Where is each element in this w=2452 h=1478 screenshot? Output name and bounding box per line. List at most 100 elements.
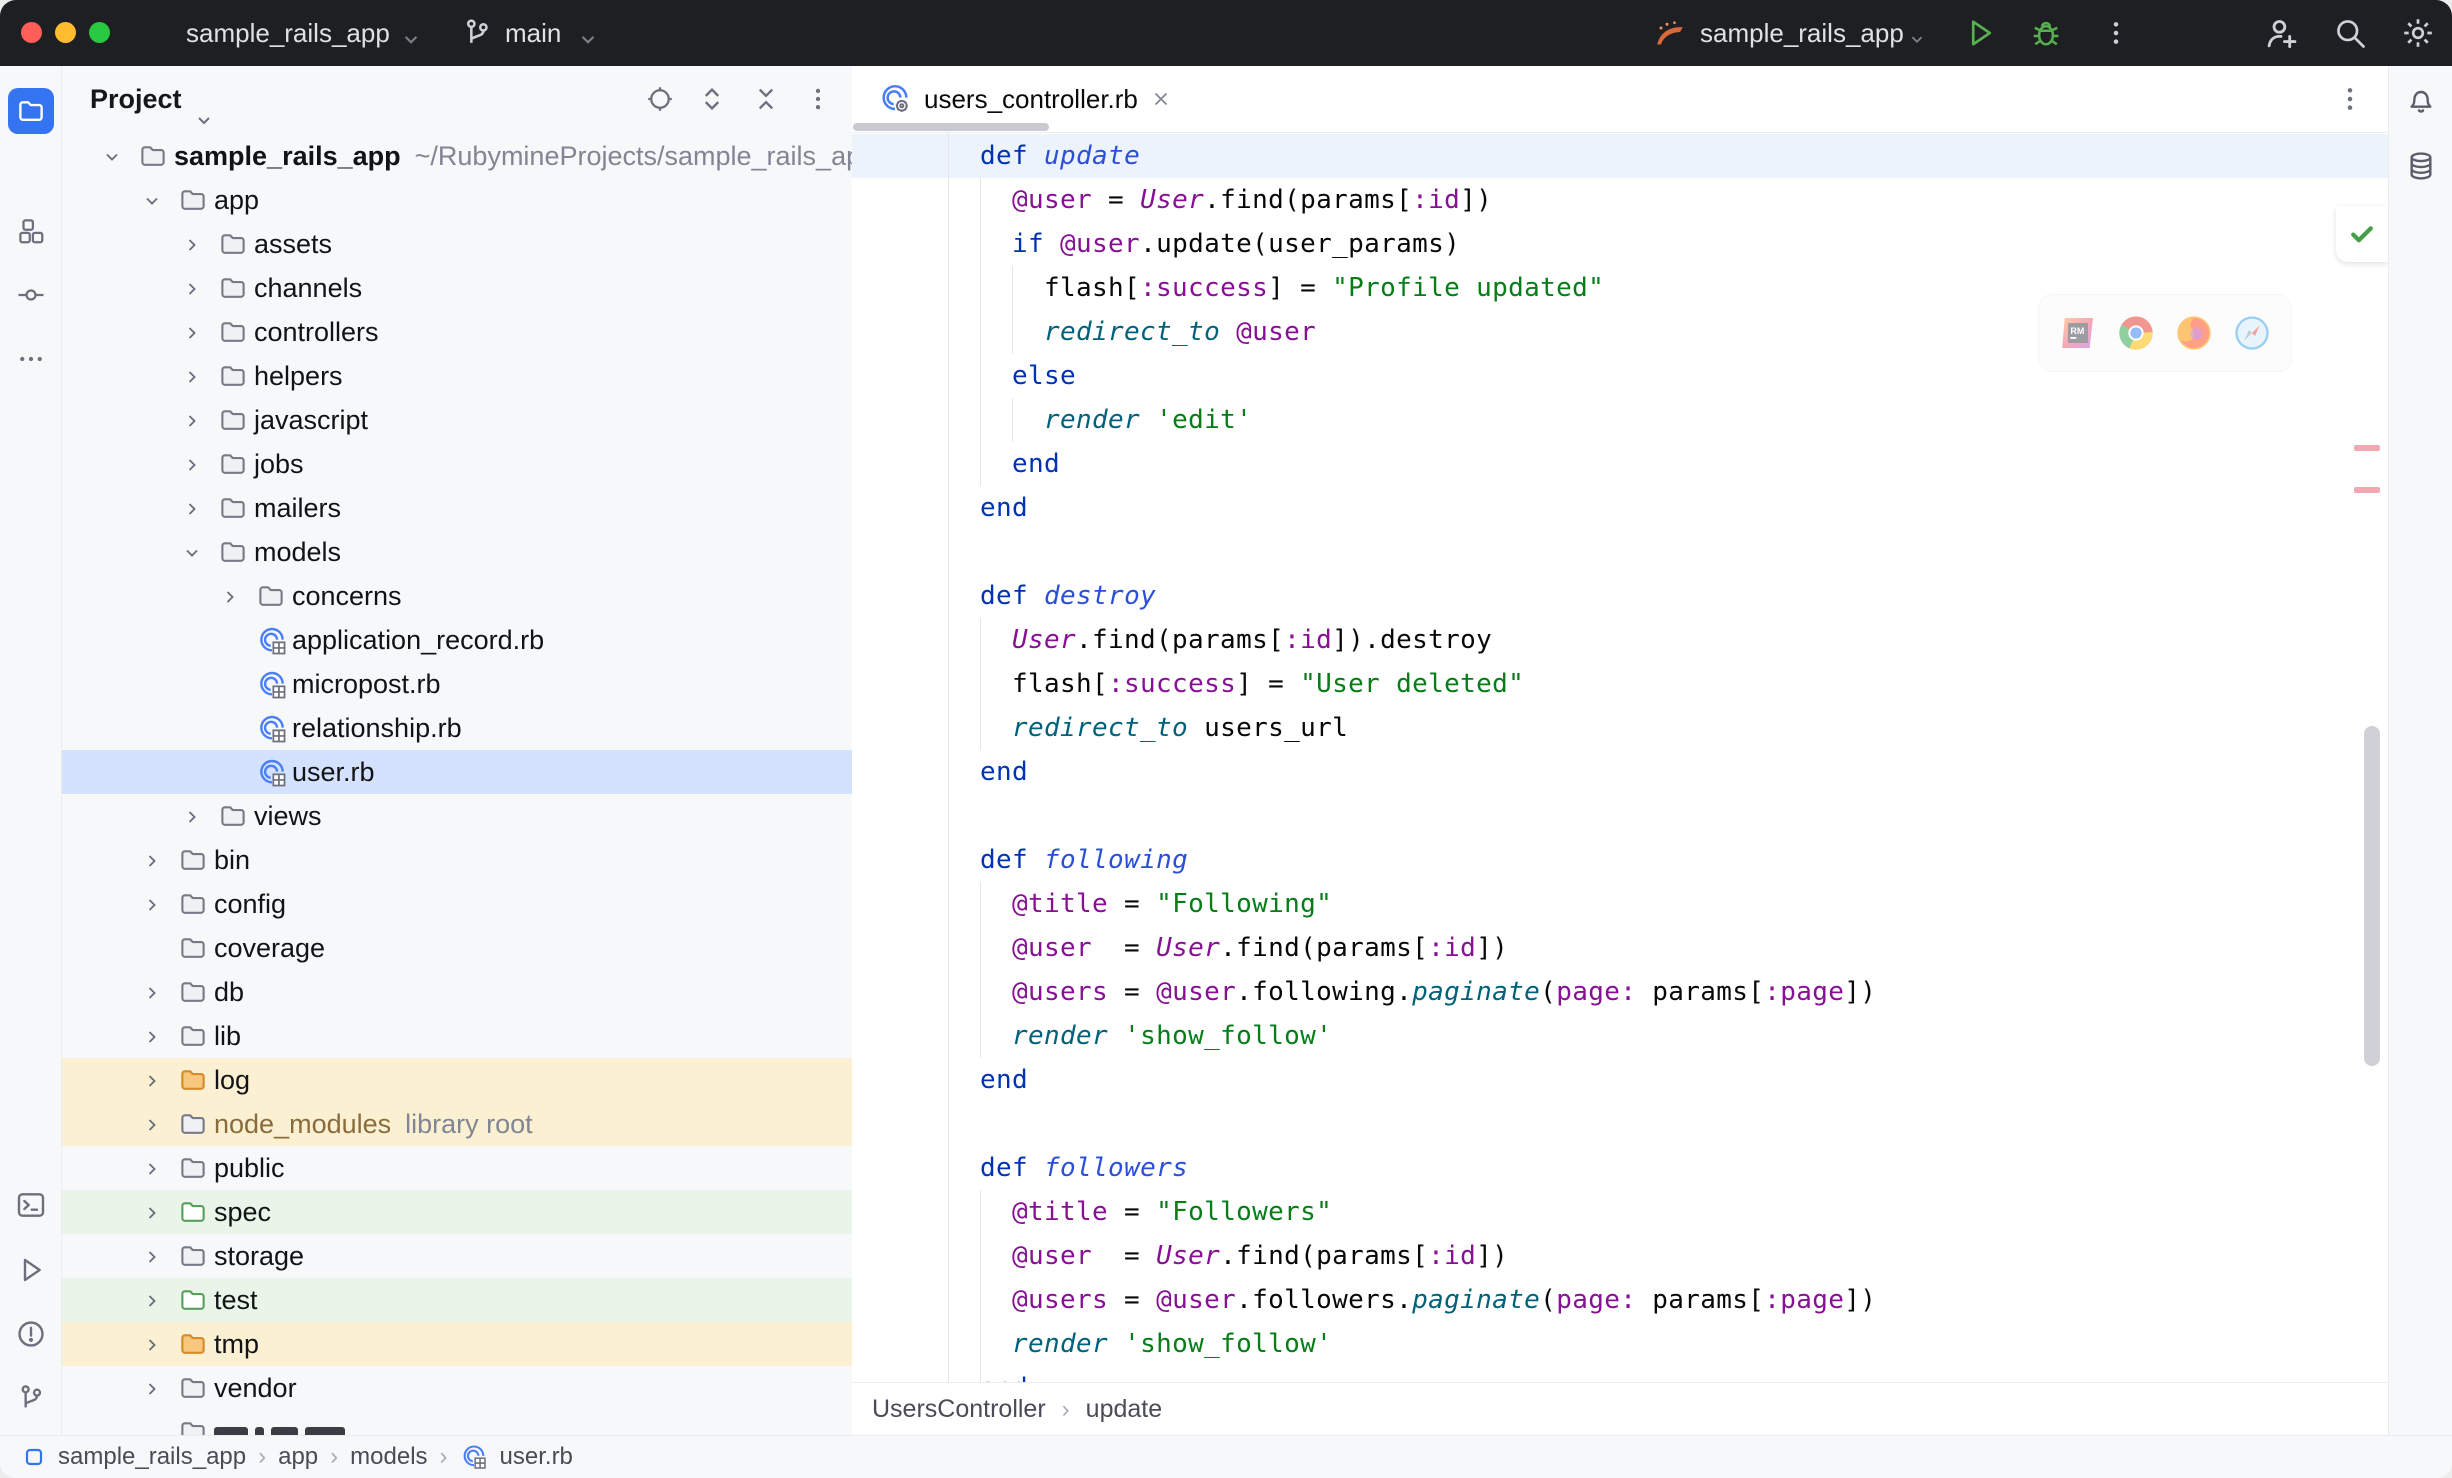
code-line[interactable]: redirect_to users_url	[948, 706, 1876, 750]
project-tool-button[interactable]	[8, 88, 54, 134]
branch-selector[interactable]: main	[505, 0, 561, 66]
safari-browser-icon[interactable]	[2232, 313, 2272, 353]
chevron-right-icon[interactable]	[140, 1377, 164, 1401]
chevron-down-icon[interactable]	[140, 189, 164, 213]
tree-item-views[interactable]: views	[62, 794, 852, 838]
editor-scrollbar-thumb[interactable]	[2364, 726, 2380, 1066]
tree-item-micropost.rb[interactable]: micropost.rb	[62, 662, 852, 706]
chevron-right-icon[interactable]	[180, 233, 204, 257]
code-line[interactable]	[948, 794, 1876, 838]
macos-close-button[interactable]	[21, 22, 42, 43]
tree-item-concerns[interactable]: concerns	[62, 574, 852, 618]
code-line[interactable]: @users = @user.following.paginate(page: …	[948, 970, 1876, 1014]
commit-tool-button[interactable]	[8, 272, 54, 318]
settings-gear-icon[interactable]	[2400, 15, 2436, 51]
tree-item-assets[interactable]: assets	[62, 222, 852, 266]
macos-minimize-button[interactable]	[55, 22, 76, 43]
code-line[interactable]: def destroy	[948, 574, 1876, 618]
code-line[interactable]: render 'show_follow'	[948, 1322, 1876, 1366]
chevron-right-icon[interactable]	[180, 365, 204, 389]
version-control-tool-button[interactable]	[8, 1375, 54, 1421]
problems-tool-button[interactable]	[8, 1311, 54, 1357]
tree-item-vendor[interactable]: vendor	[62, 1366, 852, 1410]
notifications-bell-button[interactable]	[2399, 78, 2443, 122]
error-stripe-mark[interactable]	[2354, 445, 2380, 451]
statusbar-path-file[interactable]: user.rb	[500, 1443, 573, 1471]
run-button[interactable]	[1962, 15, 1998, 51]
tree-item-channels[interactable]: channels	[62, 266, 852, 310]
code-line[interactable]	[948, 530, 1876, 574]
chevron-right-icon[interactable]	[140, 1113, 164, 1137]
breadcrumb-method[interactable]: update	[1086, 1395, 1162, 1424]
code-line[interactable]: def update	[948, 134, 1876, 178]
run-tool-button[interactable]	[8, 1247, 54, 1293]
tree-item-tmp[interactable]: tmp	[62, 1322, 852, 1366]
inspections-widget[interactable]	[2336, 206, 2388, 262]
chevron-right-icon[interactable]	[180, 277, 204, 301]
tree-item-node_modules[interactable]: node_moduleslibrary root	[62, 1102, 852, 1146]
structure-tool-button[interactable]	[8, 208, 54, 254]
tree-item-public[interactable]: public	[62, 1146, 852, 1190]
statusbar-path-app[interactable]: app	[278, 1443, 318, 1471]
run-configuration-selector[interactable]: sample_rails_app	[1700, 0, 1904, 66]
tree-item-models[interactable]: models	[62, 530, 852, 574]
tree-item-application_record.rb[interactable]: application_record.rb	[62, 618, 852, 662]
chevron-right-icon[interactable]	[140, 1245, 164, 1269]
more-tool-windows-button[interactable]	[8, 336, 54, 382]
tree-item-lib[interactable]: lib	[62, 1014, 852, 1058]
code-line[interactable]: if @user.update(user_params)	[948, 222, 1876, 266]
tree-item-javascript[interactable]: javascript	[62, 398, 852, 442]
chevron-right-icon[interactable]	[180, 409, 204, 433]
more-actions-button[interactable]	[2100, 17, 2132, 49]
tree-item-jobs[interactable]: jobs	[62, 442, 852, 486]
project-selector[interactable]: sample_rails_app	[186, 0, 390, 66]
code-line[interactable]: @users = @user.followers.paginate(page: …	[948, 1278, 1876, 1322]
database-tool-button[interactable]	[2399, 144, 2443, 188]
tree-item-controllers[interactable]: controllers	[62, 310, 852, 354]
tree-item-user.rb[interactable]: user.rb	[62, 750, 852, 794]
chevron-right-icon[interactable]	[140, 981, 164, 1005]
code-line[interactable]: flash[:success] = "Profile updated"	[948, 266, 1876, 310]
chevron-right-icon[interactable]	[180, 453, 204, 477]
chevron-right-icon[interactable]	[180, 497, 204, 521]
code-line[interactable]: @title = "Following"	[948, 882, 1876, 926]
code-line[interactable]: @title = "Followers"	[948, 1190, 1876, 1234]
tree-item-bin[interactable]: bin	[62, 838, 852, 882]
code-line[interactable]: User.find(params[:id]).destroy	[948, 618, 1876, 662]
rubymine-browser-icon[interactable]: RM	[2058, 313, 2098, 353]
code-area[interactable]: def update @user = User.find(params[:id]…	[852, 132, 2388, 1382]
code-line[interactable]: end	[948, 442, 1876, 486]
chevron-right-icon[interactable]	[140, 1201, 164, 1225]
code-line[interactable]: end	[948, 1058, 1876, 1102]
code-line[interactable]: @user = User.find(params[:id])	[948, 178, 1876, 222]
macos-zoom-button[interactable]	[89, 22, 110, 43]
chevron-right-icon[interactable]	[140, 1289, 164, 1313]
code-line[interactable]: end	[948, 486, 1876, 530]
tree-item-app[interactable]: app	[62, 178, 852, 222]
editor-tab-options-button[interactable]	[2334, 83, 2366, 115]
tree-item-spec[interactable]: spec	[62, 1190, 852, 1234]
code-line[interactable]: flash[:success] = "User deleted"	[948, 662, 1876, 706]
code-line[interactable]: redirect_to @user	[948, 310, 1876, 354]
tree-item-sample_rails_app[interactable]: sample_rails_app~/RubymineProjects/sampl…	[62, 134, 852, 178]
code-line[interactable]	[948, 1102, 1876, 1146]
chevron-right-icon[interactable]	[140, 849, 164, 873]
tree-item-coverage[interactable]: coverage	[62, 926, 852, 970]
firefox-browser-icon[interactable]	[2174, 313, 2214, 353]
code-line[interactable]: @user = User.find(params[:id])	[948, 926, 1876, 970]
code-line[interactable]: render 'show_follow'	[948, 1014, 1876, 1058]
chevron-right-icon[interactable]	[140, 893, 164, 917]
tree-item-relationship.rb[interactable]: relationship.rb	[62, 706, 852, 750]
terminal-tool-button[interactable]	[8, 1182, 54, 1228]
tree-item-helpers[interactable]: helpers	[62, 354, 852, 398]
chevron-right-icon[interactable]	[180, 321, 204, 345]
tree-item-clipped-row[interactable]	[62, 1410, 852, 1435]
chevron-down-icon[interactable]	[180, 541, 204, 565]
tree-item-log[interactable]: log	[62, 1058, 852, 1102]
tab-scrollbar[interactable]	[853, 123, 1049, 131]
code-line[interactable]: else	[948, 354, 1876, 398]
chrome-browser-icon[interactable]	[2116, 313, 2156, 353]
breadcrumb-class[interactable]: UsersController	[872, 1395, 1046, 1424]
chevron-right-icon[interactable]	[140, 1069, 164, 1093]
debug-button[interactable]	[2028, 15, 2064, 51]
